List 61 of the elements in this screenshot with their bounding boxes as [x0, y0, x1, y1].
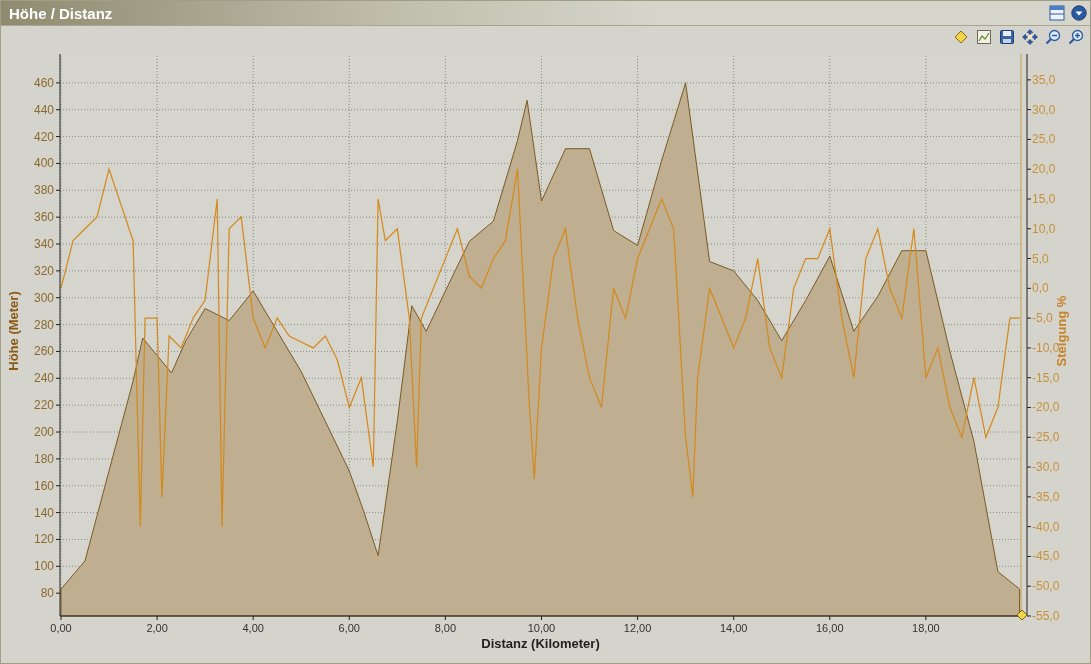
tick-label: 4,00: [242, 622, 264, 634]
tick-label: 20,0: [1032, 162, 1056, 177]
marker-icon[interactable]: [1016, 609, 1028, 621]
tick-label: -25,0: [1032, 430, 1060, 445]
tick-label: 2,00: [146, 622, 168, 634]
axis-title: Höhe (Meter): [6, 291, 21, 371]
tick-label: 300: [33, 290, 54, 305]
layout-icon[interactable]: [1049, 5, 1065, 21]
tick-label: 80: [40, 586, 54, 601]
tick-label: -40,0: [1032, 519, 1060, 534]
tick-label: -5,0: [1032, 311, 1053, 326]
tick-label: -50,0: [1032, 579, 1060, 594]
axis-title: Distanz (Kilometer): [481, 636, 600, 651]
tick-label: 460: [33, 75, 54, 90]
tick-label: 120: [33, 532, 54, 547]
tick-label: 380: [33, 183, 54, 198]
window-title: Höhe / Distanz: [9, 4, 113, 22]
tick-label: 420: [33, 129, 54, 144]
tick-label: 10,0: [1032, 221, 1056, 236]
tick-label: 5,0: [1032, 251, 1049, 266]
tick-label: -30,0: [1032, 460, 1060, 475]
tick-label: 18,00: [912, 622, 940, 634]
tick-label: 240: [33, 371, 54, 386]
diamond-icon[interactable]: [953, 29, 969, 45]
tick-label: 280: [33, 317, 54, 332]
tick-label: 220: [33, 398, 54, 413]
zoom-in-icon[interactable]: [1068, 29, 1084, 45]
tick-label: 260: [33, 344, 54, 359]
tick-label: -55,0: [1032, 609, 1060, 623]
tick-label: 16,00: [816, 622, 844, 634]
tick-label: 14,00: [719, 622, 748, 634]
tick-label: 30,0: [1032, 102, 1056, 117]
zoom-out-icon[interactable]: [1045, 29, 1061, 45]
tick-label: 140: [33, 505, 54, 520]
move-icon[interactable]: [1022, 29, 1038, 45]
chart-icon[interactable]: [976, 29, 992, 45]
tick-label: 10,00: [527, 622, 556, 634]
tick-label: 0,00: [50, 622, 72, 634]
tick-label: 25,0: [1032, 132, 1056, 147]
tick-label: 12,00: [623, 622, 652, 634]
tick-label: 8,00: [434, 622, 457, 634]
tick-label: 200: [33, 425, 54, 439]
tick-label: -10,0: [1032, 340, 1060, 355]
dropdown-icon[interactable]: [1071, 5, 1087, 21]
tick-label: 15,0: [1032, 192, 1056, 206]
tick-label: -45,0: [1032, 549, 1060, 564]
save-icon[interactable]: [999, 29, 1015, 45]
tick-label: -15,0: [1032, 370, 1060, 385]
tick-label: 35,0: [1032, 72, 1056, 87]
tick-label: 0,0: [1032, 281, 1049, 296]
tick-label: -35,0: [1032, 489, 1060, 504]
tick-label: 180: [33, 451, 54, 466]
tick-label: -20,0: [1032, 400, 1060, 415]
tick-label: 440: [33, 102, 54, 117]
tick-label: 100: [33, 559, 54, 574]
tick-label: 6,00: [338, 622, 360, 634]
tick-label: 340: [33, 237, 54, 251]
tick-label: 320: [33, 263, 54, 278]
tick-label: 400: [33, 156, 54, 171]
tick-label: 160: [33, 478, 54, 493]
tick-label: 360: [33, 210, 54, 225]
